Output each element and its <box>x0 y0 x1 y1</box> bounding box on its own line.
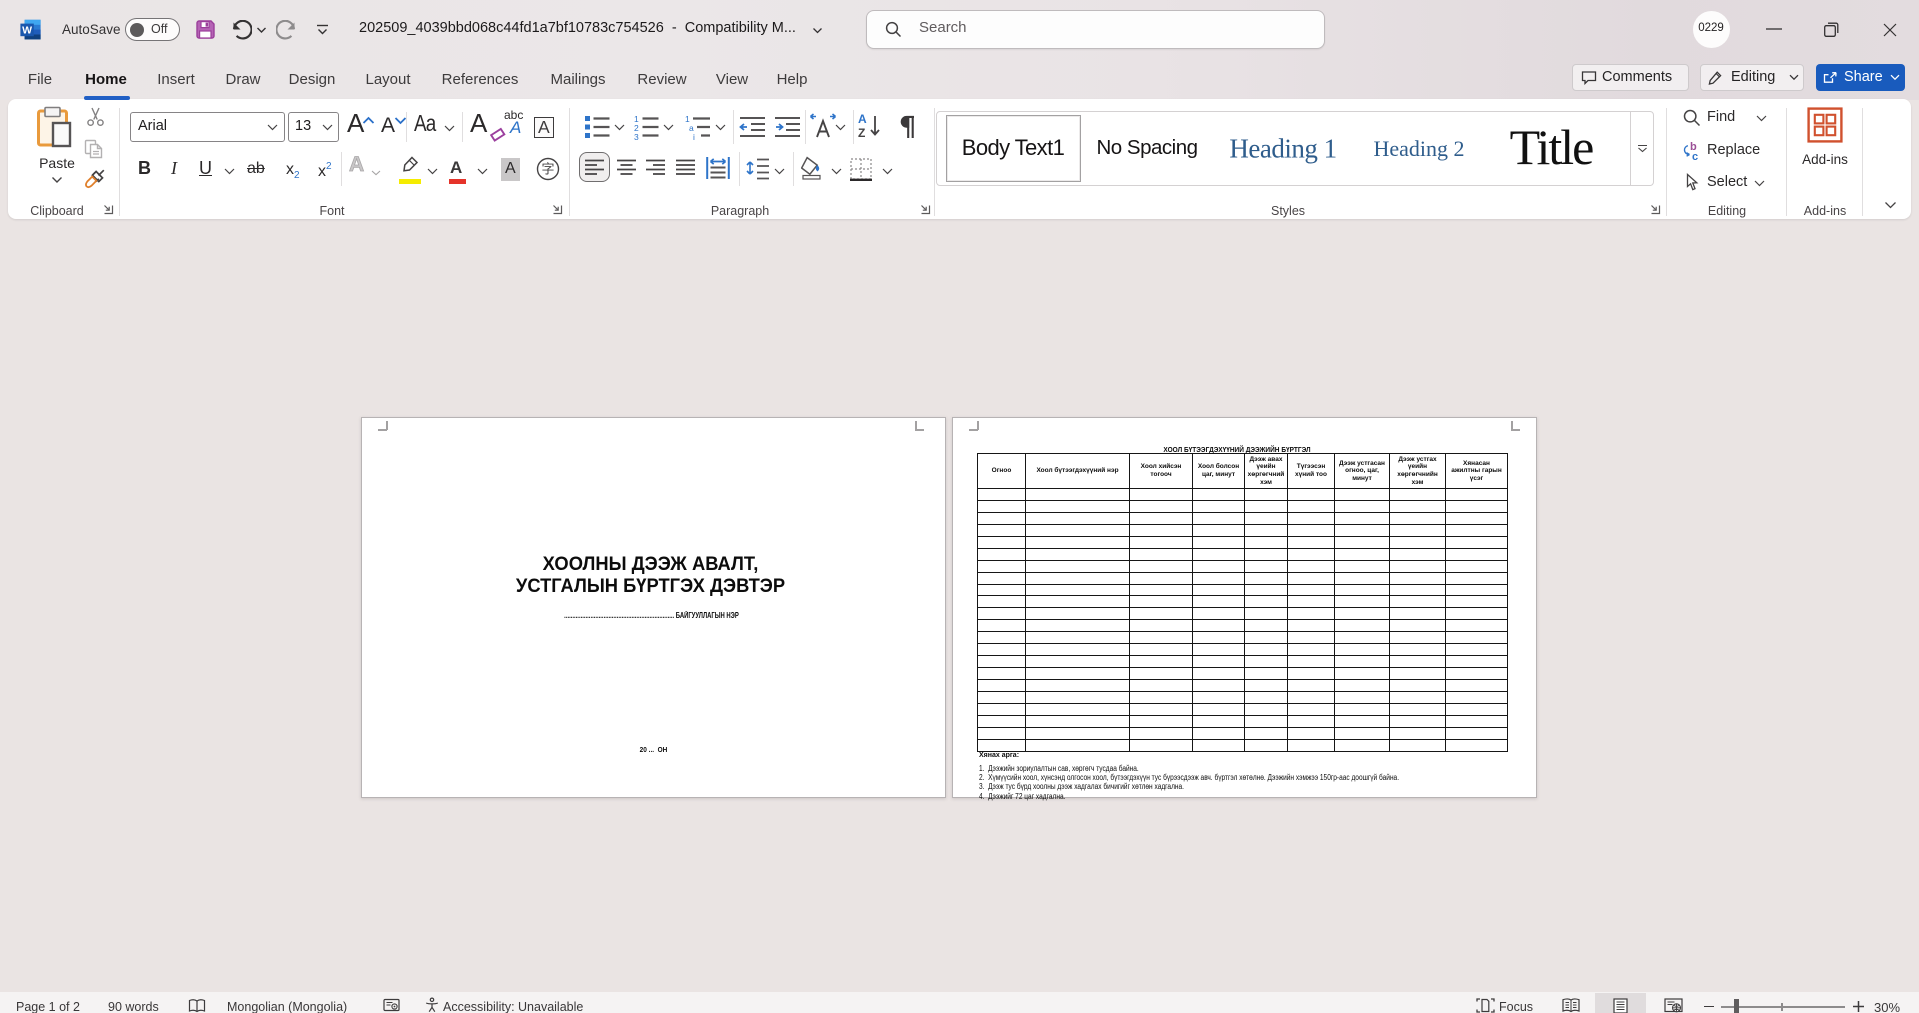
svg-text:3: 3 <box>634 132 639 140</box>
svg-text:W: W <box>22 25 32 37</box>
svg-text:c: c <box>1692 151 1698 161</box>
svg-text:Z: Z <box>858 126 865 140</box>
svg-text:A: A <box>858 112 867 126</box>
svg-text:字: 字 <box>541 162 554 177</box>
svg-text:i: i <box>693 132 695 140</box>
